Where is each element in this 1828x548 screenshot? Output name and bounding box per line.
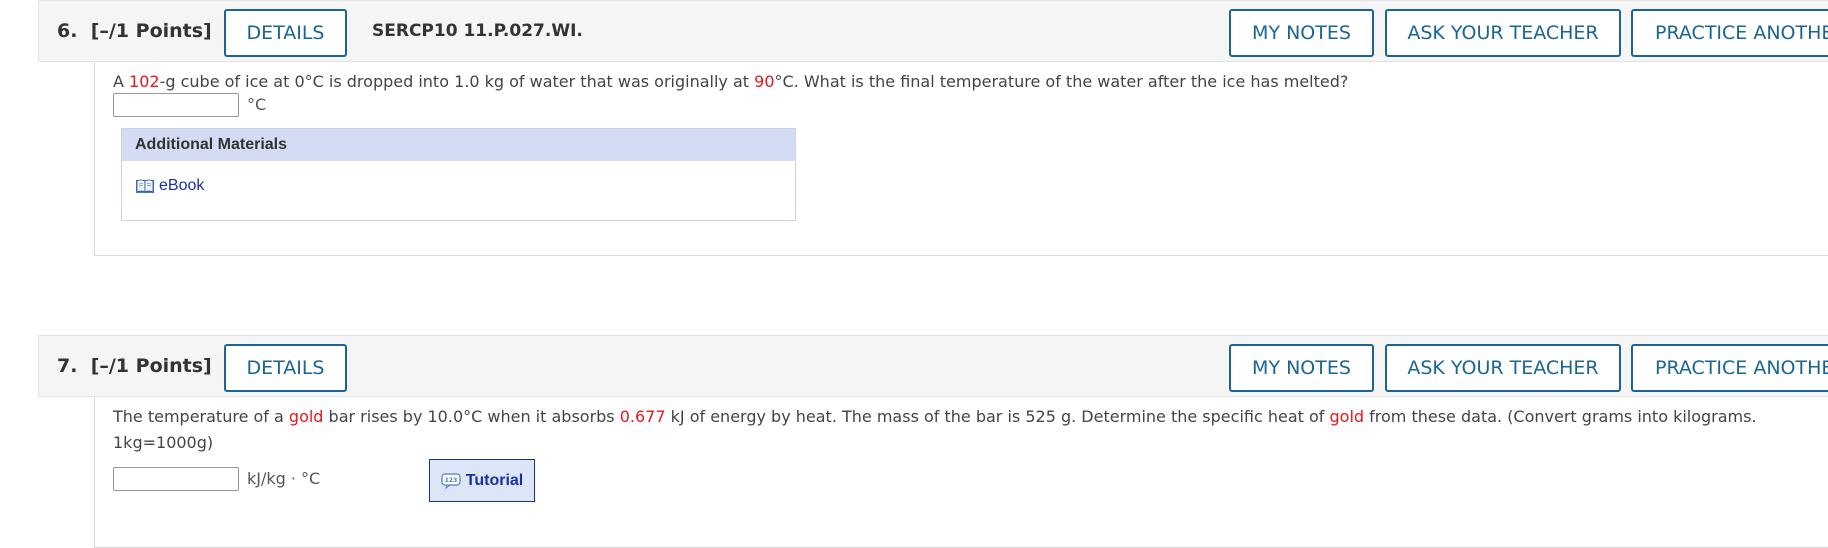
question-7-body: The temperature of a gold bar rises by 1… (94, 397, 1828, 548)
question-7-header: 7. [–/1 Points] DETAILS MY NOTES ASK YOU… (38, 335, 1828, 397)
additional-materials-panel: Additional Materials eBook (121, 128, 796, 221)
question-7-text: The temperature of a gold bar rises by 1… (113, 407, 1757, 426)
details-button[interactable]: DETAILS (224, 9, 347, 57)
water-temp-value: 90 (754, 72, 775, 91)
answer-unit: kJ/kg · °C (247, 469, 321, 488)
energy-value: 0.677 (619, 407, 666, 426)
ebook-label: eBook (159, 177, 205, 194)
practice-another-button[interactable]: PRACTICE ANOTHER (1631, 9, 1828, 57)
tutorial-icon: 123 (441, 472, 461, 489)
metal-name: gold (288, 407, 324, 426)
my-notes-button[interactable]: MY NOTES (1229, 9, 1374, 57)
svg-text:123: 123 (444, 477, 457, 484)
my-notes-button[interactable]: MY NOTES (1229, 344, 1374, 392)
answer-unit: °C (247, 95, 267, 114)
ebook-link[interactable]: eBook (135, 177, 204, 195)
question-6-text: A 102-g cube of ice at 0°C is dropped in… (113, 72, 1349, 91)
answer-input[interactable] (113, 93, 239, 117)
answer-input[interactable] (113, 467, 239, 491)
question-6-header: 6. [–/1 Points] DETAILS SERCP10 11.P.027… (38, 0, 1828, 62)
practice-another-button[interactable]: PRACTICE ANOTHER (1631, 344, 1828, 392)
ice-mass-value: 102 (129, 72, 160, 91)
question-7-text-line2: 1kg=1000g) (113, 433, 214, 452)
details-button[interactable]: DETAILS (224, 344, 347, 392)
question-number: 7. [–/1 Points] (57, 355, 212, 377)
additional-materials-title: Additional Materials (122, 129, 795, 161)
tutorial-label: Tutorial (465, 471, 524, 489)
book-icon (136, 179, 154, 193)
metal-name: gold (1329, 407, 1365, 426)
question-6-body: A 102-g cube of ice at 0°C is dropped in… (94, 62, 1828, 256)
ask-your-teacher-button[interactable]: ASK YOUR TEACHER (1385, 344, 1621, 392)
ask-your-teacher-button[interactable]: ASK YOUR TEACHER (1385, 9, 1621, 57)
question-code: SERCP10 11.P.027.WI. (372, 21, 583, 41)
tutorial-button[interactable]: 123 Tutorial (429, 459, 535, 502)
question-number: 6. [–/1 Points] (57, 20, 212, 42)
